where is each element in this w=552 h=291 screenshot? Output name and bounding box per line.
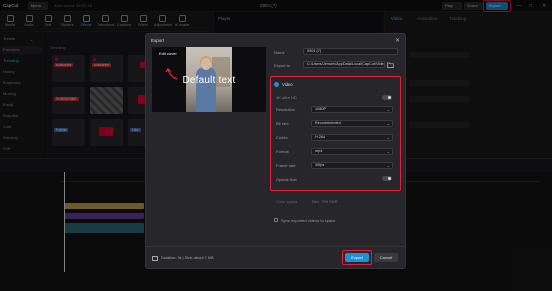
color-space-label: Color space xyxy=(276,199,298,204)
export-dialog: Export ✕ Default text Edit cover Name 09… xyxy=(145,33,406,269)
codec-label: Codec xyxy=(276,135,288,140)
video-enabled-check-icon[interactable] xyxy=(274,82,279,87)
chevron-down-icon: ⌄ xyxy=(386,163,390,168)
resolution-select[interactable]: 1080P ⌄ xyxy=(311,106,393,113)
sync-label: Sync exported videos to space xyxy=(281,218,336,223)
export-path-input[interactable]: C:/Users/Jensen/AppData/Local/CapCut/Vid… xyxy=(303,61,385,68)
close-icon[interactable]: ✕ xyxy=(395,37,400,44)
chevron-down-icon: ⌄ xyxy=(386,135,390,140)
chevron-down-icon: ⌄ xyxy=(386,149,390,154)
ultra-hd-toggle[interactable] xyxy=(382,95,392,100)
resolution-label: Resolution xyxy=(276,107,295,112)
bitrate-label: Bit rate xyxy=(276,121,289,126)
capcut-window: CapCut Menu Auto saved: 18:37:16 0904 (7… xyxy=(0,0,552,291)
chevron-down-icon: ⌄ xyxy=(386,121,390,126)
cancel-button[interactable]: Cancel xyxy=(374,253,398,262)
name-label: Name xyxy=(274,50,285,55)
video-section-title: Video xyxy=(282,82,293,87)
preview-head xyxy=(201,58,211,70)
codec-select[interactable]: H.264 ⌄ xyxy=(311,134,393,141)
folder-icon[interactable] xyxy=(387,62,394,68)
duration-size-text: Duration: 3s | Size: about 7 MB xyxy=(161,256,214,260)
dialog-footer: Duration: 3s | Size: about 7 MB Export C… xyxy=(146,246,405,268)
export-button-highlight xyxy=(342,250,372,265)
sync-checkbox[interactable] xyxy=(274,218,278,222)
preview-person xyxy=(196,67,216,112)
color-space-value: Rec. 709 SDR xyxy=(312,199,338,204)
ultra-hd-label: 4K ultra HD xyxy=(276,95,297,100)
chevron-down-icon: ⌄ xyxy=(386,107,390,112)
cover-preview[interactable]: Default text Edit cover xyxy=(152,47,266,112)
bitrate-select[interactable]: Recommended ⌄ xyxy=(311,120,393,127)
optical-flow-toggle[interactable] xyxy=(382,176,392,181)
format-label: Format xyxy=(276,149,289,154)
name-input[interactable]: 0904 (7) xyxy=(303,48,398,55)
framerate-label: Frame rate xyxy=(276,163,296,168)
film-icon xyxy=(152,256,158,261)
format-select[interactable]: mp4 ⌄ xyxy=(311,148,393,155)
edit-cover-button[interactable]: Edit cover xyxy=(157,50,179,56)
optical-flow-label: Optical flow xyxy=(276,177,297,182)
dialog-title: Export xyxy=(151,38,165,43)
red-arrow-icon xyxy=(165,68,178,80)
framerate-select[interactable]: 30fps ⌄ xyxy=(311,162,393,169)
export-to-label: Export to xyxy=(274,63,291,68)
